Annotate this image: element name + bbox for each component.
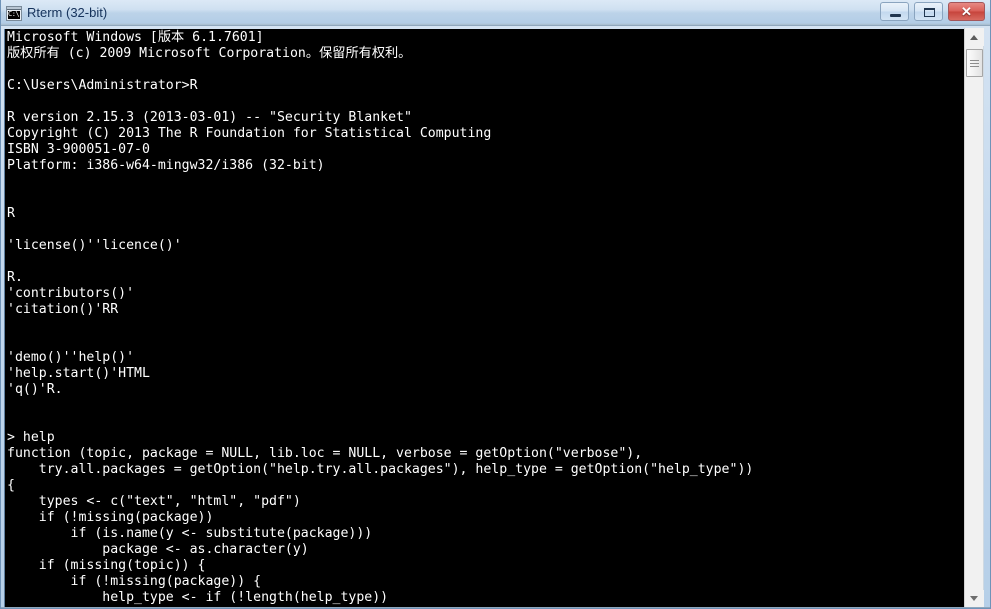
console-text: Microsoft Windows [版本 6.1.7601] 版权所有 (c)… xyxy=(7,30,754,607)
minimize-button[interactable] xyxy=(880,2,909,21)
scroll-down-button[interactable] xyxy=(965,590,984,608)
triangle-up-icon xyxy=(970,35,978,40)
window-title: Rterm (32-bit) xyxy=(27,5,108,20)
close-icon: ✕ xyxy=(961,4,972,19)
close-button[interactable]: ✕ xyxy=(948,2,985,21)
triangle-down-icon xyxy=(970,596,978,601)
console-output-area[interactable]: Microsoft Windows [版本 6.1.7601] 版权所有 (c)… xyxy=(4,29,964,607)
thumb-grip-line xyxy=(970,66,979,67)
console-icon xyxy=(6,6,22,21)
console-icon-screen xyxy=(8,9,21,19)
title-bar[interactable]: Rterm (32-bit) ✕ xyxy=(1,0,990,26)
maximize-button[interactable] xyxy=(914,2,943,21)
maximize-icon xyxy=(924,8,935,17)
minimize-icon xyxy=(890,14,901,17)
scrollbar-thumb[interactable] xyxy=(966,49,983,77)
window-bottom-border xyxy=(1,607,990,608)
thumb-grip-line xyxy=(970,60,979,61)
vertical-scrollbar[interactable] xyxy=(964,28,984,608)
scroll-up-button[interactable] xyxy=(965,28,984,46)
rterm-window: Rterm (32-bit) ✕ Microsoft Windows [版本 6… xyxy=(0,0,991,609)
thumb-grip-line xyxy=(970,63,979,64)
